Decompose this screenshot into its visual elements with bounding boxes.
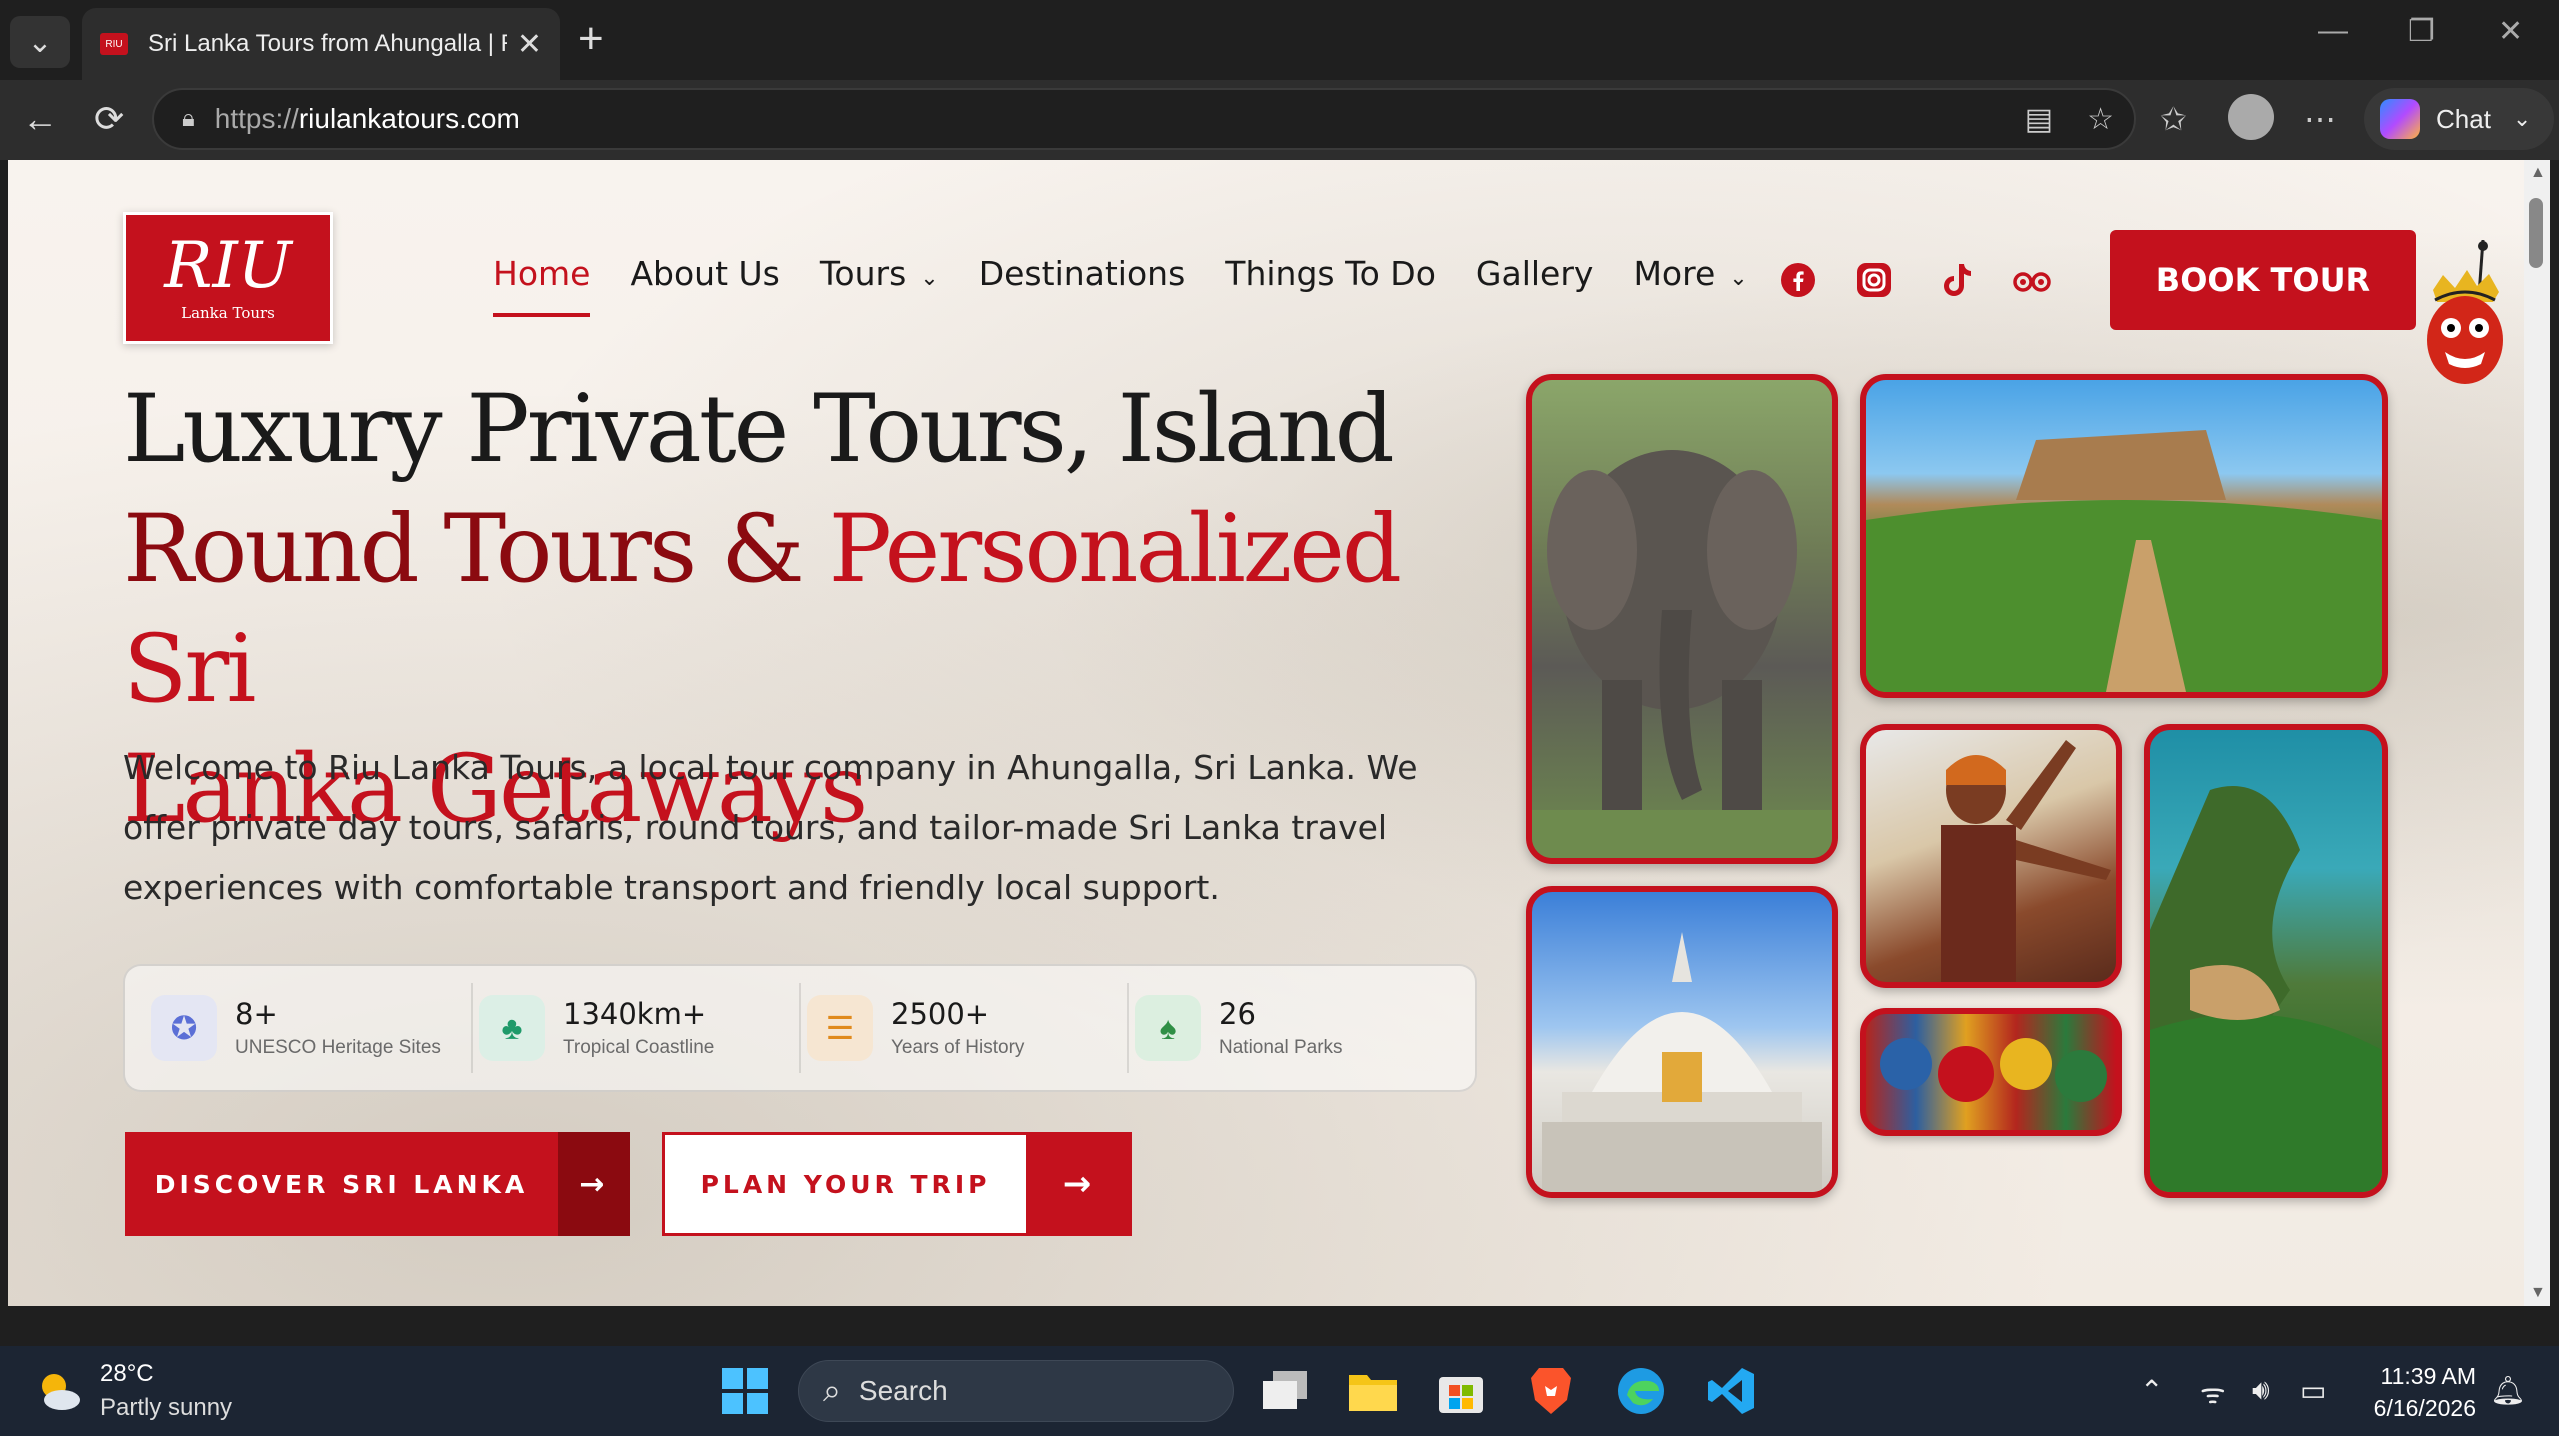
windows-taskbar: 28°C Partly sunny ⌕ Search ⌃ ᯤ 🔊︎ ▭ 11:3… [0, 1346, 2559, 1436]
plan-your-trip-button[interactable]: PLAN YOUR TRIP → [662, 1132, 1132, 1236]
aerial-coast-photo [2144, 724, 2388, 1198]
taskbar-search-box[interactable]: ⌕ Search [798, 1360, 1234, 1422]
sigiriya-rock-photo [1860, 374, 2388, 698]
url-text: https://riulankatours.com [214, 103, 520, 134]
stat-unesco: ✪ 8+ UNESCO Heritage Sites [145, 983, 473, 1073]
page-scrollbar[interactable]: ▲ ▼ [2524, 160, 2550, 1306]
weather-description[interactable]: Partly sunny [100, 1394, 232, 1422]
microsoft-store-icon[interactable] [1434, 1364, 1488, 1418]
new-tab-icon[interactable]: + [578, 14, 604, 64]
stats-bar: ✪ 8+ UNESCO Heritage Sites ♣ 1340km+ Tropi… [123, 964, 1477, 1092]
copilot-chat-button[interactable]: Chat ⌄ [2364, 88, 2554, 150]
nav-gallery[interactable]: Gallery [1476, 254, 1594, 293]
copilot-icon [2380, 99, 2420, 139]
chevron-down-icon: ⌄ [2512, 106, 2532, 131]
nav-destinations[interactable]: Destinations [979, 254, 1186, 293]
chevron-up-icon[interactable]: ⌃ [2140, 1374, 2163, 1407]
vscode-icon[interactable] [1704, 1364, 1758, 1418]
notification-bell-icon[interactable]: 🔔︎ [2490, 1374, 2526, 1407]
nav-about-us[interactable]: About Us [630, 254, 779, 293]
elephant-photo [1526, 374, 1838, 864]
reload-icon[interactable]: ⟳ [94, 98, 124, 140]
browser-tab-bar: ⌄ RIU Sri Lanka Tours from Ahungalla | R… [0, 0, 2559, 80]
discover-sri-lanka-button[interactable]: DISCOVER SRI LANKA → [125, 1132, 630, 1236]
facebook-icon[interactable] [1778, 260, 1818, 300]
palm-tree-icon: ♣ [479, 995, 545, 1061]
tripadvisor-icon[interactable] [2012, 260, 2052, 300]
traditional-masks-photo [1860, 1008, 2122, 1136]
restore-icon[interactable]: ❐ [2408, 14, 2435, 49]
reader-mode-icon[interactable]: ▤ [2025, 102, 2053, 137]
task-view-icon[interactable] [1258, 1364, 1312, 1418]
stat-history: ☰ 2500+ Years of History [801, 983, 1129, 1073]
brave-browser-icon[interactable] [1524, 1364, 1578, 1418]
chevron-down-icon: ⌄ [1729, 266, 1748, 291]
browser-toolbar: ← ⟳ 🔒︎ https://riulankatours.com ▤ ☆ ✩ ⋯… [0, 80, 2559, 160]
nav-home[interactable]: Home [493, 254, 591, 317]
instagram-icon[interactable] [1854, 260, 1894, 300]
volume-icon[interactable]: 🔊︎ [2252, 1374, 2270, 1407]
scroll-up-icon[interactable]: ▲ [2530, 164, 2546, 182]
tab-title: Sri Lanka Tours from Ahungalla | R [148, 30, 507, 57]
scroll-down-icon[interactable]: ▼ [2530, 1284, 2546, 1302]
temple-icon: ☰ [807, 995, 873, 1061]
favorite-star-icon[interactable]: ☆ [2087, 102, 2114, 137]
scrollbar-thumb[interactable] [2529, 198, 2543, 268]
book-tour-button[interactable]: BOOK TOUR [2110, 230, 2416, 330]
devil-mask-icon [2413, 239, 2513, 390]
taskbar-clock[interactable]: 11:39 AM 6/16/2026 [2360, 1360, 2476, 1424]
profile-avatar[interactable] [2228, 94, 2274, 140]
search-icon: ⌕ [823, 1372, 841, 1408]
close-tab-icon[interactable]: ✕ [517, 27, 542, 62]
stat-parks: ♠ 26 National Parks [1129, 983, 1455, 1073]
browser-tab[interactable]: RIU Sri Lanka Tours from Ahungalla | R ✕ [82, 8, 560, 80]
nav-tours[interactable]: Tours ⌄ [820, 254, 939, 293]
stupa-temple-photo [1526, 886, 1838, 1198]
stat-coastline: ♣ 1340km+ Tropical Coastline [473, 983, 801, 1073]
award-icon: ✪ [151, 995, 217, 1061]
lock-icon: 🔒︎ [182, 105, 195, 132]
arrow-right-icon: → [1026, 1132, 1132, 1236]
site-favicon-icon: RIU [100, 33, 128, 55]
nav-things-to-do[interactable]: Things To Do [1225, 254, 1436, 293]
partly-sunny-icon[interactable] [34, 1366, 84, 1416]
minimize-icon[interactable]: — [2318, 14, 2348, 48]
wifi-icon[interactable]: ᯤ [2200, 1374, 2226, 1412]
kandyan-dancer-photo [1860, 724, 2122, 988]
trees-icon: ♠ [1135, 995, 1201, 1061]
weather-temperature[interactable]: 28°C [100, 1360, 154, 1388]
tiktok-icon[interactable] [1938, 260, 1978, 300]
main-navigation: Home About Us Tours ⌄ Destinations Things… [493, 254, 1748, 317]
chevron-down-icon: ⌄ [920, 266, 939, 291]
close-window-icon[interactable]: ✕ [2498, 14, 2523, 49]
more-options-icon[interactable]: ⋯ [2304, 100, 2336, 138]
start-windows-icon[interactable] [718, 1364, 772, 1418]
tab-list-chevron-icon[interactable]: ⌄ [10, 16, 70, 68]
favorites-list-icon[interactable]: ✩ [2160, 100, 2187, 138]
address-bar[interactable]: 🔒︎ https://riulankatours.com ▤ ☆ [152, 88, 2136, 150]
file-explorer-icon[interactable] [1346, 1364, 1400, 1418]
back-arrow-icon[interactable]: ← [22, 98, 58, 140]
nav-more[interactable]: More ⌄ [1633, 254, 1747, 293]
edge-browser-icon[interactable] [1614, 1364, 1668, 1418]
battery-icon[interactable]: ▭ [2300, 1374, 2326, 1407]
site-logo[interactable]: RIU Lanka Tours [123, 212, 333, 344]
arrow-right-icon: → [558, 1132, 630, 1236]
chat-label: Chat [2436, 103, 2491, 134]
web-page: RIU Lanka Tours Home About Us Tours ⌄ Des… [8, 160, 2524, 1306]
hero-description: Welcome to Riu Lanka Tours, a local tour… [123, 748, 1418, 907]
